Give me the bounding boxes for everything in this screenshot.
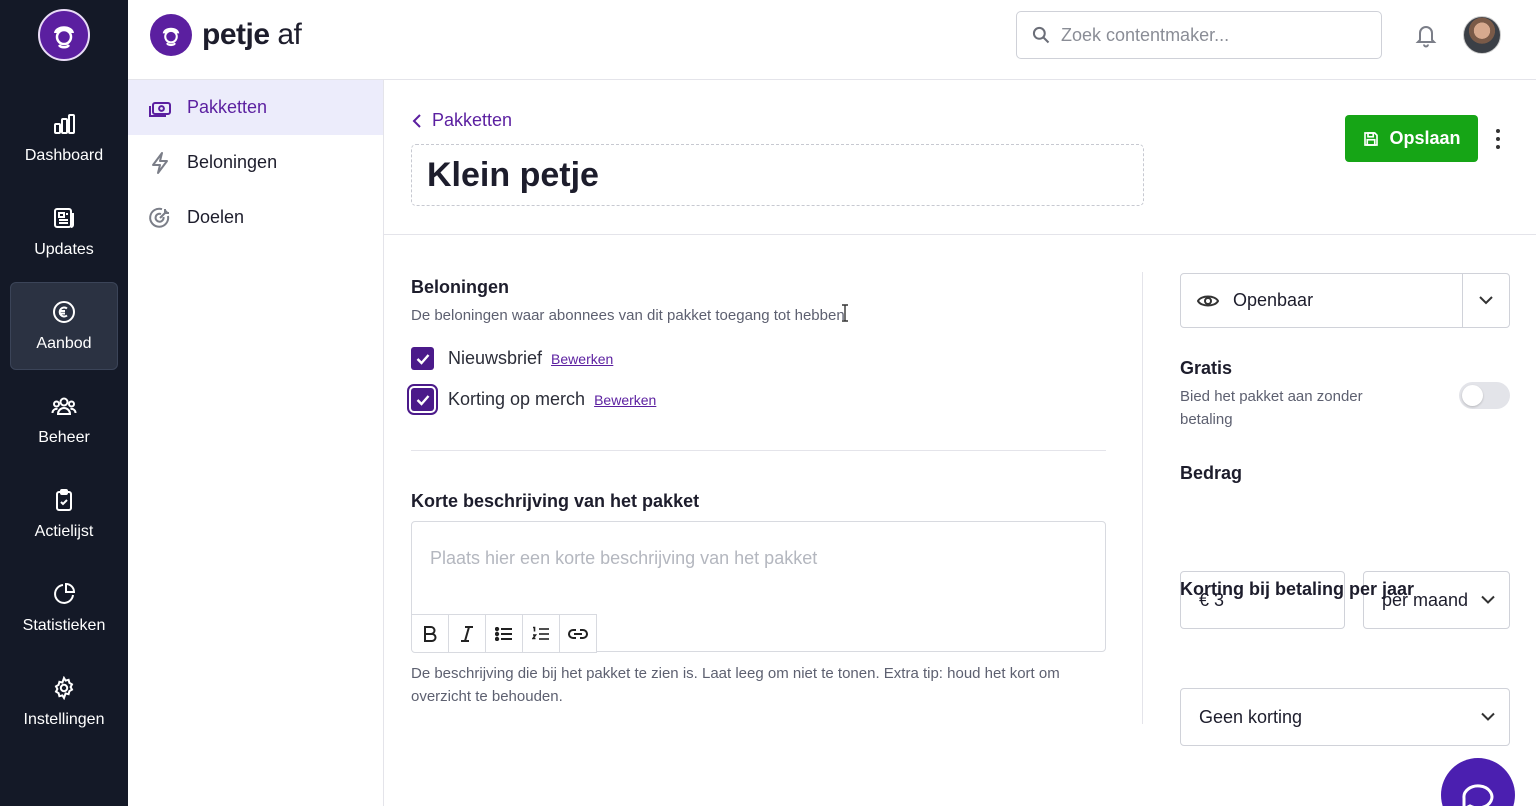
bullet-list-icon[interactable]: [485, 614, 523, 653]
package-editor: Pakketten Klein petje Opslaan Beloningen…: [384, 80, 1536, 806]
italic-icon[interactable]: [448, 614, 486, 653]
visibility-value: Openbaar: [1181, 290, 1462, 311]
notifications-bell-icon[interactable]: [1414, 22, 1440, 48]
discount-select[interactable]: Geen korting: [1180, 688, 1510, 746]
rail-label: Statistieken: [22, 617, 106, 634]
lightning-icon: [148, 151, 172, 175]
free-toggle[interactable]: [1459, 382, 1510, 409]
bar-chart-icon: [51, 111, 77, 137]
eye-icon: [1197, 293, 1219, 309]
subnav-label: Beloningen: [187, 152, 278, 172]
free-title: Gratis: [1180, 358, 1233, 378]
description-textarea[interactable]: [430, 548, 1080, 578]
rail-item-actielijst[interactable]: Actielijst: [10, 470, 118, 558]
visibility-label: Openbaar: [1233, 290, 1314, 310]
edit-reward-link[interactable]: Bewerken: [594, 392, 656, 408]
description-title: Korte beschrijving van het pakket: [411, 491, 700, 511]
rail-item-beheer[interactable]: Beheer: [10, 376, 118, 464]
visibility-select[interactable]: Openbaar: [1180, 273, 1510, 328]
subnav-item-pakketten[interactable]: Pakketten: [128, 80, 383, 135]
rail-label: Updates: [34, 241, 94, 258]
numbered-list-icon[interactable]: [522, 614, 560, 653]
cap-lady-icon: [150, 14, 192, 56]
search-icon: [1031, 25, 1051, 45]
reward-checkbox[interactable]: [407, 384, 438, 415]
text-cursor-icon: [840, 304, 850, 322]
floppy-disk-icon: [1362, 130, 1380, 148]
reward-row: Nieuwsbrief Bewerken: [411, 347, 613, 370]
package-title-field[interactable]: Klein petje: [411, 144, 1144, 206]
free-description: Bied het pakket aan zonder: [1180, 388, 1363, 405]
main-rail: Dashboard Updates Aanbod Beheer Actielij…: [0, 0, 128, 806]
rail-label: Aanbod: [36, 335, 92, 352]
aanbod-subnav: Pakketten Beloningen Doelen: [128, 80, 384, 806]
pie-chart-icon: [51, 581, 77, 607]
section-divider: [411, 450, 1106, 451]
gear-icon: [51, 675, 77, 701]
top-bar: petje af: [128, 0, 1536, 80]
amount-title: Bedrag: [1180, 463, 1243, 483]
clipboard-check-icon: [51, 487, 77, 513]
rail-label: Beheer: [38, 429, 90, 446]
back-link-label: Pakketten: [432, 110, 513, 130]
discount-title: Korting bij betaling per jaar: [1180, 579, 1415, 599]
editor-toolbar: [411, 614, 597, 653]
rewards-description: De beloningen waar abonnees van dit pakk…: [411, 307, 845, 324]
rail-item-dashboard[interactable]: Dashboard: [10, 94, 118, 182]
description-editor: [411, 521, 1106, 653]
search-input[interactable]: [1061, 24, 1361, 46]
search-box[interactable]: [1016, 11, 1382, 59]
rail-item-instellingen[interactable]: Instellingen: [10, 658, 118, 746]
reward-label: Nieuwsbrief: [448, 348, 543, 368]
discount-value: Geen korting: [1199, 706, 1303, 727]
chat-icon: [1459, 780, 1497, 806]
newspaper-icon: [51, 205, 77, 231]
subnav-item-beloningen[interactable]: Beloningen: [128, 135, 383, 190]
rail-item-updates[interactable]: Updates: [10, 188, 118, 276]
subnav-label: Pakketten: [187, 97, 268, 117]
rewards-title: Beloningen: [411, 277, 509, 297]
brand-logo[interactable]: petje af: [150, 14, 302, 56]
save-button[interactable]: Opslaan: [1345, 115, 1478, 162]
reward-label: Korting op merch: [448, 389, 586, 409]
edit-reward-link[interactable]: Bewerken: [551, 351, 613, 367]
link-icon[interactable]: [559, 614, 597, 653]
rail-label: Instellingen: [23, 711, 105, 728]
description-help-text: De beschrijving die bij het pakket te zi…: [411, 665, 1060, 705]
chevron-down-icon: [1477, 712, 1495, 722]
petje-af-logo[interactable]: [38, 9, 90, 61]
target-icon: [148, 206, 172, 230]
bold-icon[interactable]: [411, 614, 449, 653]
brand-name: petje af: [202, 18, 302, 51]
more-options-icon[interactable]: [1488, 125, 1508, 153]
column-divider: [1142, 272, 1143, 724]
package-title: Klein petje: [427, 155, 599, 194]
rail-item-aanbod[interactable]: Aanbod: [10, 282, 118, 370]
users-icon: [51, 393, 77, 419]
chevron-down-icon: [1477, 595, 1495, 605]
chevron-down-icon[interactable]: [1462, 274, 1509, 327]
package-header: Pakketten Klein petje Opslaan: [384, 80, 1536, 235]
rail-item-statistieken[interactable]: Statistieken: [10, 564, 118, 652]
reward-checkbox[interactable]: [411, 347, 434, 370]
rail-label: Actielijst: [34, 523, 94, 540]
reward-row: Korting op merch Bewerken: [407, 384, 656, 415]
subnav-item-doelen[interactable]: Doelen: [128, 190, 383, 245]
cap-lady-icon: [54, 26, 74, 49]
money-stack-icon: [148, 96, 172, 120]
subnav-label: Doelen: [187, 207, 245, 227]
back-to-pakketten-link[interactable]: Pakketten: [412, 110, 512, 131]
free-description: betaling: [1180, 411, 1233, 428]
chevron-left-icon: [412, 113, 422, 128]
user-avatar[interactable]: [1463, 16, 1501, 54]
euro-icon: [51, 299, 77, 325]
save-button-label: Opslaan: [1389, 128, 1461, 148]
rail-label: Dashboard: [24, 147, 104, 164]
